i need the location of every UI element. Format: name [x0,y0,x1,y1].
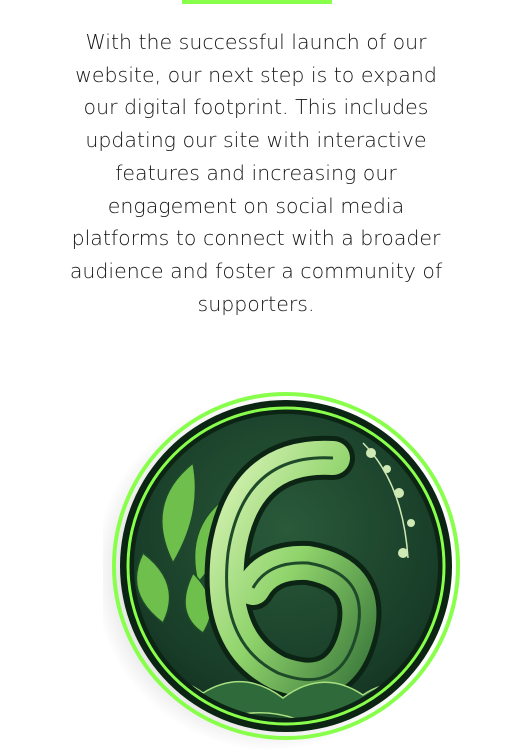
blossom [407,519,415,527]
step-six-medallion [103,383,469,749]
blossom [398,548,408,558]
number-six-illustration [103,392,460,749]
accent-bar [182,0,332,4]
roadmap-step-description: With the successful launch of our websit… [69,30,443,316]
